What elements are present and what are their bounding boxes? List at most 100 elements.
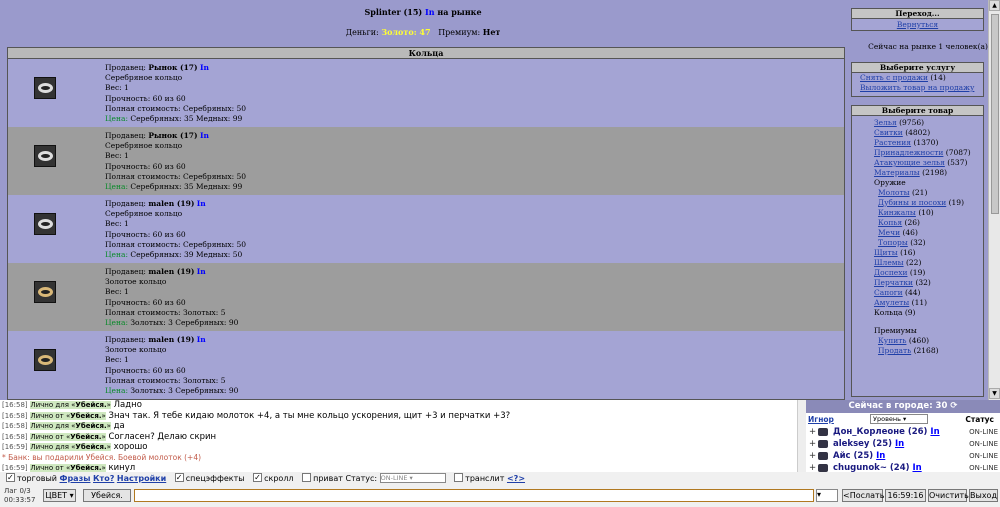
seller-info-link[interactable]: In [197, 335, 206, 344]
send-button[interactable]: <Послать [842, 489, 884, 502]
category-axes[interactable]: Топоры [878, 238, 908, 247]
chat-nick[interactable]: Убейся. [75, 443, 106, 451]
scroll-checkbox[interactable] [253, 471, 263, 485]
silver-ring-icon [38, 219, 53, 229]
weapons-group-label: Оружие [874, 178, 906, 187]
withdraw-count: (14) [930, 73, 946, 82]
clear-button[interactable]: Очистить [928, 489, 969, 502]
user-status: ON-LINE [969, 452, 998, 460]
premium-buy-link[interactable]: Купить [878, 336, 906, 345]
chat-text: хорошо [110, 442, 148, 452]
ring-item-image[interactable] [34, 145, 56, 167]
category-helmets[interactable]: Шлемы [874, 258, 904, 267]
who-link[interactable]: Кто? [93, 474, 114, 483]
translit-help-link[interactable]: <?> [507, 474, 525, 483]
online-user-row[interactable]: + chugunok~ (24) In ON-LINE [806, 462, 1000, 472]
translit-checkbox[interactable] [454, 473, 464, 482]
category-materials[interactable]: Материалы [874, 168, 920, 177]
category-amulets[interactable]: Амулеты [874, 298, 909, 307]
premium-sell-link[interactable]: Продать [878, 346, 911, 355]
scroll-up-icon[interactable]: ▲ [989, 0, 1000, 11]
chat-nick[interactable]: Убейся. [75, 401, 106, 409]
price-label: Цена: [105, 386, 128, 396]
scrollbar-thumb[interactable] [991, 14, 999, 214]
item-durability: Прочность: 60 из 60 [105, 93, 186, 103]
category-shields[interactable]: Щиты [874, 248, 898, 257]
plus-icon[interactable]: + [809, 426, 816, 438]
settings-link[interactable]: Настройки [117, 474, 166, 483]
user-name[interactable]: Айс (25) [833, 451, 873, 461]
withdraw-link[interactable]: Снять с продажи [860, 73, 928, 82]
trade-checkbox[interactable] [6, 471, 15, 485]
seller-info-link[interactable]: In [200, 63, 209, 72]
seller-info-link[interactable]: In [197, 199, 206, 208]
private-checkbox[interactable] [302, 473, 312, 482]
ring-item-image[interactable] [34, 213, 56, 235]
effects-checkbox[interactable] [174, 471, 184, 485]
category-swords[interactable]: Мечи [878, 228, 900, 237]
chat-private-tag: Лично от «Убейся.» [30, 464, 106, 472]
user-status: ON-LINE [969, 428, 998, 436]
category-spears[interactable]: Копья [878, 218, 902, 227]
player-info-link[interactable]: In [425, 7, 435, 17]
online-user-row[interactable]: + aleksey (25) In ON-LINE [806, 438, 1000, 450]
lot-row: Продавец: Рынок (17) In Серебряное кольц… [8, 59, 844, 127]
nick-button[interactable]: Убейся. [83, 489, 131, 502]
exit-button[interactable]: Выход [969, 489, 998, 502]
category-daggers[interactable]: Кинжалы [878, 208, 916, 217]
refresh-icon[interactable]: ⟳ [950, 401, 957, 411]
category-potions[interactable]: Зелья [874, 118, 897, 127]
category-hammers[interactable]: Молоты [878, 188, 910, 197]
category-clubs-staffs[interactable]: Дубины и посохи [878, 198, 946, 207]
user-info-link[interactable]: In [895, 439, 904, 449]
page-scrollbar[interactable]: ▲ ▼ [988, 0, 1000, 400]
category-count: (4802) [905, 128, 931, 137]
ignore-link[interactable]: Игнор [808, 415, 834, 424]
chat-nick[interactable]: Убейся. [70, 412, 101, 420]
ring-item-image[interactable] [34, 281, 56, 303]
category-attack-potions[interactable]: Атакующие зелья [874, 158, 945, 167]
seller-info-link[interactable]: In [197, 267, 206, 276]
premium-value: Нет [482, 27, 501, 37]
ring-item-image[interactable] [34, 77, 56, 99]
user-info-link[interactable]: In [912, 463, 921, 472]
user-name[interactable]: chugunok~ (24) [833, 463, 910, 472]
category-boots[interactable]: Сапоги [874, 288, 903, 297]
back-link[interactable]: Вернуться [897, 20, 938, 29]
scroll-down-icon[interactable]: ▼ [989, 388, 1000, 399]
user-info-link[interactable]: In [930, 427, 939, 437]
chat-scrollbar[interactable] [797, 400, 806, 472]
color-select-label: ЦВЕТ [45, 491, 68, 500]
category-plants[interactable]: Растения [874, 138, 911, 147]
chat-text: Согласен? Делаю скрин [105, 431, 217, 442]
category-armor[interactable]: Доспехи [874, 268, 907, 277]
category-gloves[interactable]: Перчатки [874, 278, 913, 287]
time-button[interactable]: 16:59:16 [885, 489, 926, 502]
chat-nick[interactable]: Убейся. [70, 433, 101, 441]
message-input[interactable] [134, 489, 814, 502]
online-user-row[interactable]: + Айс (25) In ON-LINE [806, 450, 1000, 462]
seller-info-link[interactable]: In [200, 131, 209, 140]
ring-item-image[interactable] [34, 349, 56, 371]
online-user-row[interactable]: + Дон_Корлеоне (26) In ON-LINE [806, 426, 1000, 438]
category-scrolls[interactable]: Свитки [874, 128, 903, 137]
put-on-sale-link[interactable]: Выложить товар на продажу [860, 83, 974, 92]
category-accessories[interactable]: Принадлежности [874, 148, 943, 157]
chat-nick[interactable]: Убейся. [75, 422, 106, 430]
silver-ring-icon [38, 151, 53, 161]
status-select[interactable]: ON-LINE ▾ [379, 472, 446, 483]
user-name[interactable]: Дон_Корлеоне (26) [833, 427, 927, 437]
user-info-link[interactable]: In [876, 451, 885, 461]
chat-tag-text: Лично от « [30, 411, 71, 420]
plus-icon[interactable]: + [809, 450, 816, 462]
plus-icon[interactable]: + [809, 438, 816, 450]
user-name[interactable]: aleksey (25) [833, 439, 892, 449]
right-sidebar: Переход... Вернуться Сейчас на рынке 1 ч… [846, 0, 1000, 400]
color-select[interactable]: ЦВЕТ ▾ [43, 489, 76, 502]
level-select[interactable]: Уровень ▾ [870, 414, 928, 424]
smiles-dropdown[interactable]: ▾ [816, 489, 838, 502]
plus-icon[interactable]: + [809, 462, 816, 472]
chat-nick[interactable]: Убейся. [70, 464, 101, 472]
phrases-link[interactable]: Фразы [60, 474, 91, 483]
chat-private-tag: Лично от «Убейся.» [30, 411, 106, 420]
